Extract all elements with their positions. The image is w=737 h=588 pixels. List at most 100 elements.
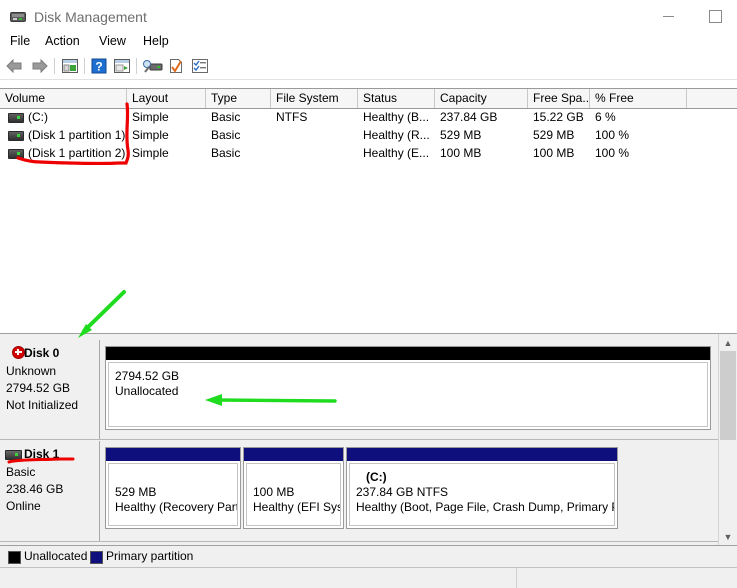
column-header-filesystem[interactable]: File System — [271, 89, 358, 108]
legend-label-primary: Primary partition — [106, 549, 194, 563]
partition-size: 2794.52 GB — [115, 369, 180, 383]
svg-text:?: ? — [95, 60, 102, 74]
cell-filesystem: NTFS — [276, 110, 308, 124]
partition-color-bar — [106, 448, 240, 461]
show-hide-action-pane-icon[interactable] — [112, 57, 132, 75]
partition-color-bar — [347, 448, 617, 461]
cell-percent-free: 100 % — [595, 146, 630, 160]
partition-color-bar — [244, 448, 343, 461]
toolbar-separator-2 — [84, 58, 85, 74]
status-bar — [0, 567, 737, 588]
show-hide-console-tree-icon[interactable] — [60, 57, 80, 75]
cell-capacity: 100 MB — [440, 146, 482, 160]
legend-swatch-unallocated — [8, 551, 21, 564]
help-icon[interactable]: ? — [90, 57, 108, 75]
partition-size: 237.84 GB NTFS — [356, 485, 449, 499]
legend-swatch-primary — [90, 551, 103, 564]
column-header-free-space[interactable]: Free Spa... — [528, 89, 590, 108]
column-header-volume[interactable]: Volume — [0, 89, 127, 108]
menu-bar: File Action View Help — [0, 31, 737, 51]
disk-1-line-1: Basic — [6, 465, 36, 479]
list-view-icon[interactable] — [190, 57, 210, 75]
partition-unallocated[interactable]: 2794.52 GB Unallocated — [105, 346, 711, 430]
disk-1-line-2: 238.46 GB — [6, 482, 64, 496]
properties-icon[interactable] — [166, 57, 186, 75]
toolbar-separator — [54, 58, 55, 74]
cell-status: Healthy (E... — [363, 146, 430, 160]
disk-0-line-2: 2794.52 GB — [6, 381, 71, 395]
green-arrow-to-disk0 — [82, 290, 126, 333]
graphical-pane-scrollbar[interactable]: ▲ ▼ — [718, 334, 737, 545]
column-header-layout[interactable]: Layout — [127, 89, 206, 108]
disk-graphical-pane: Disk 0 Unknown 2794.52 GB Not Initialize… — [0, 333, 737, 546]
minimize-button[interactable] — [645, 0, 691, 32]
partition-size: 529 MB — [115, 485, 157, 499]
partition-status: Healthy (Boot, Page File, Crash Dump, Pr… — [356, 500, 615, 514]
rescan-disks-icon[interactable] — [142, 57, 164, 75]
cell-type: Basic — [211, 110, 241, 124]
partition-label: (C:) — [366, 470, 387, 484]
legend-label-unallocated: Unallocated — [24, 549, 88, 563]
cell-layout: Simple — [132, 110, 169, 124]
cell-layout: Simple — [132, 146, 169, 160]
cell-free-space: 15.22 GB — [533, 110, 584, 124]
cell-status: Healthy (R... — [363, 128, 430, 142]
cell-filesystem — [276, 126, 358, 144]
column-header-filler — [687, 89, 737, 108]
maximize-button[interactable] — [692, 0, 737, 32]
scroll-up-arrow-icon[interactable]: ▲ — [719, 334, 737, 351]
disk-0-info: Disk 0 Unknown 2794.52 GB Not Initialize… — [0, 340, 100, 439]
disk-1-name: Disk 1 — [24, 447, 60, 461]
volume-icon — [8, 149, 24, 159]
toolbar: ? — [0, 53, 737, 80]
partition-c-drive[interactable]: (C:) 237.84 GB NTFS Healthy (Boot, Page … — [346, 447, 618, 529]
partition-status: Healthy (EFI Syst — [253, 500, 341, 514]
disk-basic-icon — [5, 450, 22, 460]
partition-efi[interactable]: 100 MB Healthy (EFI Syst — [243, 447, 344, 529]
column-header-status[interactable]: Status — [358, 89, 435, 108]
cell-percent-free: 100 % — [595, 128, 630, 142]
scrollbar-thumb[interactable] — [720, 351, 736, 440]
cell-volume: (Disk 1 partition 1) — [28, 128, 126, 142]
cell-layout: Simple — [132, 128, 169, 142]
disk-management-window: Disk Management ✕ File Action View Help — [0, 0, 737, 588]
disk-0-line-3: Not Initialized — [6, 398, 79, 412]
partition-status: Healthy (Recovery Parti — [115, 500, 238, 514]
cell-filesystem — [276, 144, 358, 162]
partition-size: 100 MB — [253, 485, 295, 499]
partition-details: 100 MB Healthy (EFI Syst — [246, 463, 341, 526]
table-row[interactable]: (Disk 1 partition 2) Simple Basic Health… — [0, 144, 737, 162]
cell-capacity: 529 MB — [440, 128, 482, 142]
disk-block-0[interactable]: Disk 0 Unknown 2794.52 GB Not Initialize… — [0, 340, 718, 440]
menu-help[interactable]: Help — [136, 31, 176, 51]
cell-free-space: 100 MB — [533, 146, 575, 160]
cell-free-space: 529 MB — [533, 128, 575, 142]
cell-volume: (C:) — [28, 110, 48, 124]
disk-1-line-3: Online — [6, 499, 41, 513]
forward-arrow-icon[interactable] — [28, 57, 50, 75]
table-row[interactable]: (C:) Simple Basic NTFS Healthy (B... 237… — [0, 108, 737, 126]
table-row[interactable]: (Disk 1 partition 1) Simple Basic Health… — [0, 126, 737, 144]
menu-view[interactable]: View — [92, 31, 133, 51]
legend: Unallocated Primary partition — [0, 545, 737, 568]
cell-percent-free: 6 % — [595, 110, 616, 124]
disk-1-info: Disk 1 Basic 238.46 GB Online — [0, 441, 100, 541]
volume-list-header: Volume Layout Type File System Status Ca… — [0, 88, 737, 109]
back-arrow-icon[interactable] — [4, 57, 26, 75]
column-header-capacity[interactable]: Capacity — [435, 89, 528, 108]
scroll-down-arrow-icon[interactable]: ▼ — [719, 528, 737, 545]
disk-management-icon — [10, 10, 27, 24]
disk-0-name: Disk 0 — [24, 346, 60, 360]
menu-action[interactable]: Action — [38, 31, 87, 51]
partition-color-bar — [106, 347, 710, 360]
disk-0-line-1: Unknown — [6, 364, 57, 378]
column-header-type[interactable]: Type — [206, 89, 271, 108]
partition-status: Unallocated — [115, 384, 179, 398]
cell-type: Basic — [211, 146, 241, 160]
disk-block-1[interactable]: Disk 1 Basic 238.46 GB Online 529 MB Hea… — [0, 441, 718, 542]
menu-file[interactable]: File — [3, 31, 37, 51]
cell-type: Basic — [211, 128, 241, 142]
column-header-percent-free[interactable]: % Free — [590, 89, 687, 108]
partition-recovery[interactable]: 529 MB Healthy (Recovery Parti — [105, 447, 241, 529]
cell-status: Healthy (B... — [363, 110, 430, 124]
